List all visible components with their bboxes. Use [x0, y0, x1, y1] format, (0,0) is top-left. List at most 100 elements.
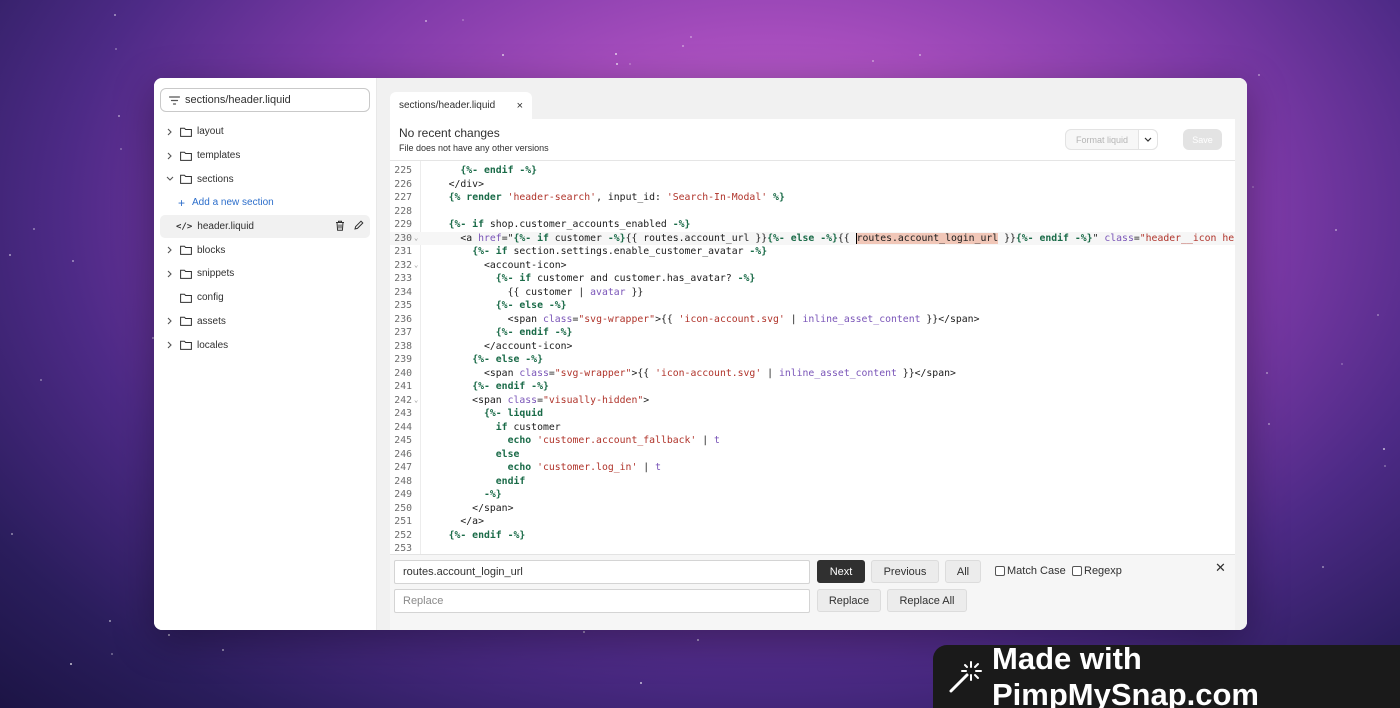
code-line[interactable]: 248 endif	[390, 475, 1235, 489]
star	[697, 639, 699, 641]
code-text: <span class="svg-wrapper">{{ 'icon-accou…	[425, 313, 980, 325]
code-line[interactable]: 251 </a>	[390, 515, 1235, 529]
code-text: {%- else -%}	[472, 354, 543, 365]
all-button[interactable]: All	[945, 560, 981, 583]
code-line[interactable]: 227 {% render 'header-search', input_id:…	[390, 191, 1235, 205]
code-line[interactable]: 240 <span class="svg-wrapper">{{ 'icon-a…	[390, 367, 1235, 381]
previous-button[interactable]: Previous	[871, 560, 939, 583]
code-line[interactable]: 233 {%- if customer and customer.has_ava…	[390, 272, 1235, 286]
code-line[interactable]: 226 </div>	[390, 178, 1235, 192]
code-line[interactable]: 229 {%- if shop.customer_accounts_enable…	[390, 218, 1235, 232]
code-line[interactable]: 253	[390, 542, 1235, 554]
code-line[interactable]: 239 {%- else -%}	[390, 353, 1235, 367]
code-line[interactable]: 231 {%- if section.settings.enable_custo…	[390, 245, 1235, 259]
sidebar-item-locales[interactable]: locales	[160, 333, 370, 357]
chevron-right-icon[interactable]	[164, 246, 176, 254]
code-text: </span>	[425, 502, 514, 514]
code-text: <span class="visually-hidden">	[425, 394, 650, 406]
sidebar-item-layout[interactable]: layout	[160, 120, 370, 144]
code-line[interactable]: 228	[390, 205, 1235, 219]
code-line[interactable]: 245 echo 'customer.account_fallback' | t	[390, 434, 1235, 448]
code-line[interactable]: 246 else	[390, 448, 1235, 462]
trash-icon[interactable]	[335, 220, 345, 234]
code-line[interactable]: 234 {{ customer | avatar }}	[390, 286, 1235, 300]
code-line[interactable]: 230 ⌄ <a href="{%- if customer -%}{{ rout…	[390, 231, 1235, 246]
code-line[interactable]: 241 {%- endif -%}	[390, 380, 1235, 394]
sidebar-item-snippets[interactable]: snippets	[160, 262, 370, 286]
line-number: 251	[394, 516, 412, 527]
sidebar-item-config[interactable]: config	[160, 286, 370, 310]
code-line[interactable]: 236 <span class="svg-wrapper">{{ 'icon-a…	[390, 313, 1235, 327]
chevron-right-icon[interactable]	[164, 341, 176, 349]
add-section-link[interactable]: + Add a new section	[160, 191, 370, 215]
sidebar-item-header-liquid[interactable]: </> header.liquid	[160, 214, 370, 239]
code-line[interactable]: 232 ⌄ <account-icon>	[390, 259, 1235, 273]
tab-close-icon[interactable]: ×	[517, 100, 523, 112]
code-line[interactable]: 250 </span>	[390, 502, 1235, 516]
fold-toggle-icon[interactable]: ⌄	[414, 232, 418, 246]
file-search-input[interactable]: sections/header.liquid	[160, 88, 370, 112]
regexp-box[interactable]	[1072, 566, 1082, 576]
fold-toggle-icon[interactable]: ⌄	[414, 394, 418, 408]
code-text: </a>	[425, 516, 484, 527]
code-line[interactable]: 225 {%- endif -%}	[390, 164, 1235, 178]
match-case-checkbox[interactable]: Match Case	[995, 565, 1066, 577]
code-text: else	[495, 448, 520, 460]
code-text: if customer	[495, 421, 561, 433]
star	[1383, 448, 1385, 450]
replace-all-button[interactable]: Replace All	[887, 589, 967, 612]
star	[1377, 314, 1379, 316]
star	[168, 634, 170, 636]
sidebar-item-assets[interactable]: assets	[160, 310, 370, 334]
code-line[interactable]: 247 echo 'customer.log_in' | t	[390, 461, 1235, 475]
code-line[interactable]: 242 ⌄ <span class="visually-hidden">	[390, 394, 1235, 408]
folder-icon	[180, 174, 192, 185]
code-line[interactable]: 243 {%- liquid	[390, 407, 1235, 421]
code-editor[interactable]: 225 {%- endif -%} 226 </div> 227 {% render…	[390, 161, 1235, 554]
sidebar-item-label: snippets	[197, 268, 235, 280]
close-search-icon[interactable]: ✕	[1215, 560, 1226, 576]
magic-wand-icon	[947, 659, 983, 695]
sidebar-item-templates[interactable]: templates	[160, 144, 370, 168]
pencil-icon[interactable]	[354, 220, 364, 234]
line-number: 245	[394, 435, 412, 446]
star	[11, 533, 13, 535]
regexp-checkbox[interactable]: Regexp	[1072, 565, 1122, 577]
line-number: 225	[394, 165, 412, 176]
chevron-right-icon[interactable]	[164, 317, 176, 325]
code-line[interactable]: 244 if customer	[390, 421, 1235, 435]
fold-toggle-icon[interactable]: ⌄	[414, 259, 418, 273]
version-title: No recent changes	[399, 126, 500, 140]
find-replace-panel: routes.account_login_url Next Previous A…	[390, 554, 1235, 630]
code-line[interactable]: 249 -%}	[390, 488, 1235, 502]
save-button[interactable]: Save	[1183, 129, 1222, 150]
star	[425, 20, 427, 22]
match-case-box[interactable]	[995, 566, 1005, 576]
replace-input[interactable]: Replace	[394, 589, 810, 613]
sidebar-item-label: blocks	[197, 244, 226, 256]
code-text: echo 'customer.log_in' | t	[507, 462, 661, 473]
code-line[interactable]: 252 {%- endif -%}	[390, 529, 1235, 543]
code-text: </account-icon>	[425, 340, 573, 352]
code-text: -%}	[483, 489, 502, 500]
code-line[interactable]: 235 {%- else -%}	[390, 299, 1235, 313]
next-button[interactable]: Next	[817, 560, 865, 583]
chevron-down-icon[interactable]	[1139, 130, 1157, 149]
format-liquid-button[interactable]: Format liquid	[1065, 129, 1158, 150]
chevron-right-icon[interactable]	[164, 270, 176, 278]
code-text: <a href="{%- if customer -%}{{ routes.ac…	[425, 232, 1235, 244]
tab-header-liquid[interactable]: sections/header.liquid ×	[390, 92, 532, 119]
star	[690, 36, 692, 38]
code-text: {%- if section.settings.enable_customer_…	[472, 246, 768, 257]
sidebar-item-label: config	[197, 292, 224, 304]
sidebar-item-sections[interactable]: sections	[160, 167, 370, 191]
chevron-down-icon[interactable]	[164, 176, 176, 182]
chevron-right-icon[interactable]	[164, 152, 176, 160]
star	[114, 14, 116, 16]
sidebar-item-blocks[interactable]: blocks	[160, 238, 370, 262]
code-line[interactable]: 237 {%- endif -%}	[390, 326, 1235, 340]
code-line[interactable]: 238 </account-icon>	[390, 340, 1235, 354]
replace-button[interactable]: Replace	[817, 589, 881, 612]
find-input[interactable]: routes.account_login_url	[394, 560, 810, 584]
chevron-right-icon[interactable]	[164, 128, 176, 136]
